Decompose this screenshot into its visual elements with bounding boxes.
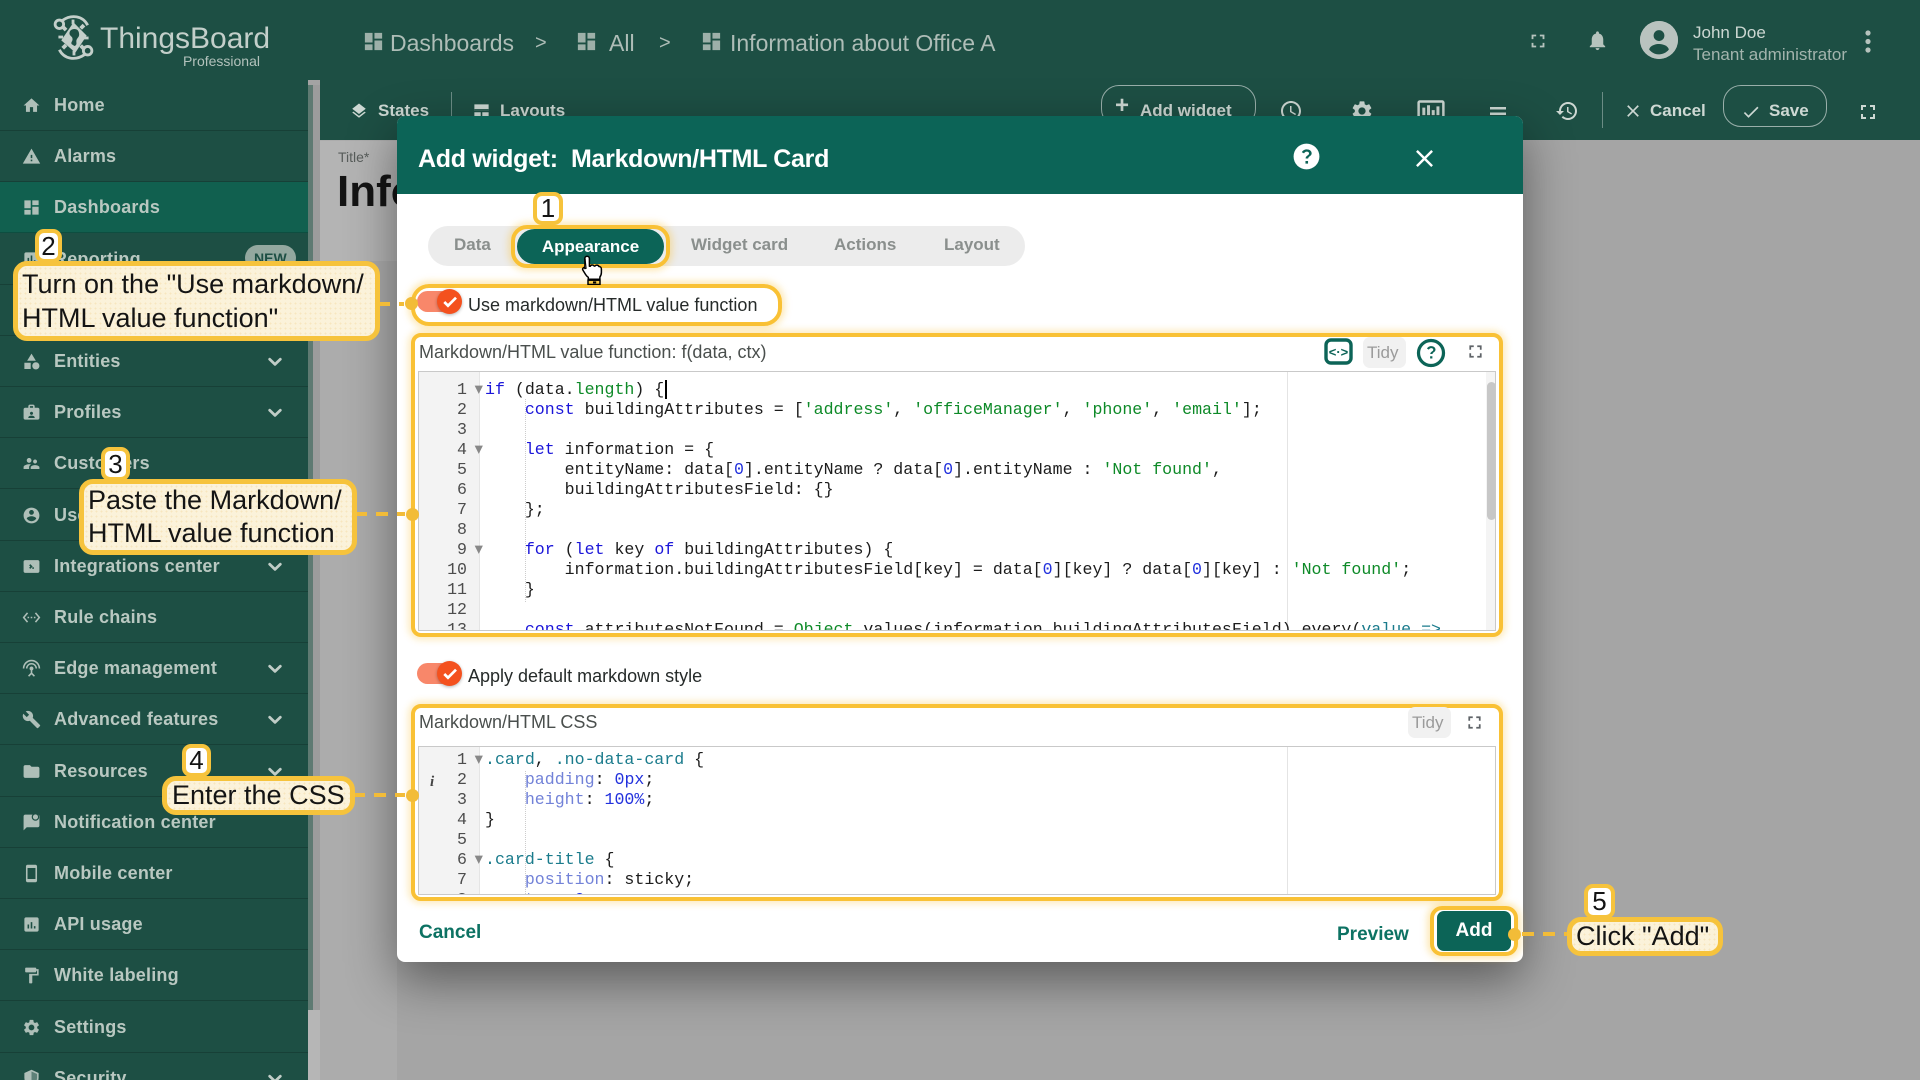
svg-text:<·>: <·> — [1329, 345, 1349, 360]
